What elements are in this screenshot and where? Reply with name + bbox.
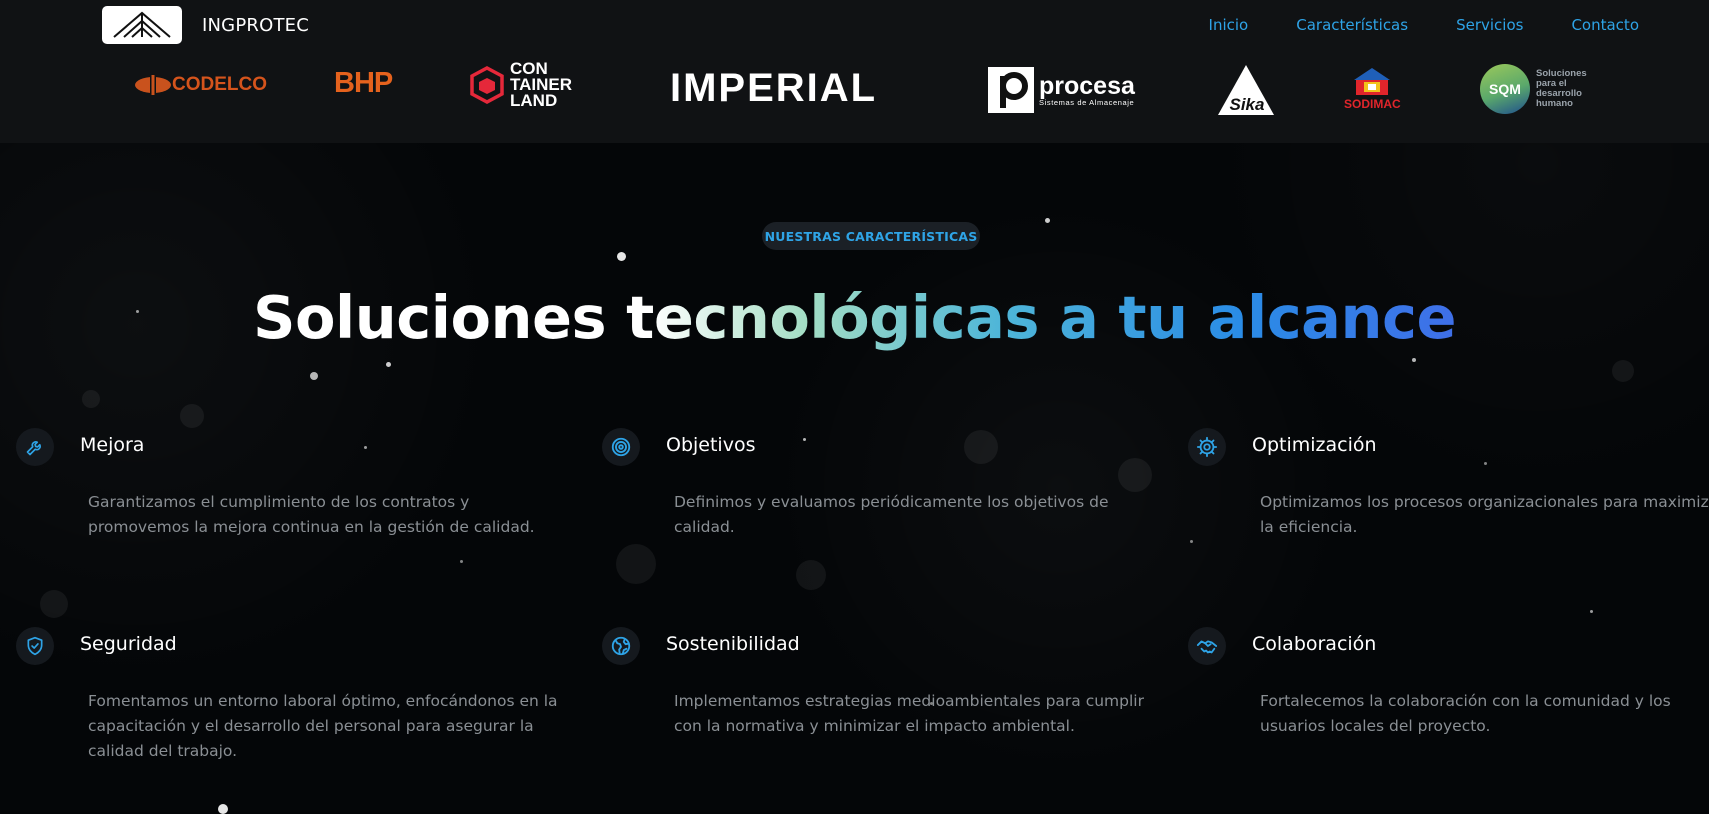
sqm-logo: SQM Soluciones para el desarrollo humano	[1480, 64, 1587, 114]
bhp-wordmark: BHP	[334, 67, 393, 99]
shield-check-icon	[16, 627, 54, 665]
nav-inicio[interactable]: Inicio	[1209, 16, 1249, 34]
codelco-wordmark: CODELCO	[172, 74, 267, 95]
feature-description: Implementamos estrategias medioambiental…	[674, 692, 1144, 735]
feature-title: Seguridad	[80, 633, 177, 655]
procesa-wordmark: procesa Sistemas de Almacenaje	[1039, 71, 1135, 107]
sika-logo: Sika	[1216, 63, 1278, 119]
wrench-icon	[16, 428, 54, 466]
bhp-logo: BHP	[334, 67, 393, 100]
section-badge: NUESTRAS CARACTERÍSTICAS	[762, 222, 980, 250]
sodimac-wordmark: SODIMAC	[1344, 97, 1401, 111]
brand[interactable]: INGPROTEC	[102, 6, 309, 44]
codelco-logo: CODELCO	[134, 72, 267, 98]
procesa-logo: procesa Sistemas de Almacenaje	[988, 67, 1135, 113]
containerland-wordmark: CON TAINER LAND	[510, 59, 573, 110]
target-icon	[602, 428, 640, 466]
gear-icon	[1188, 428, 1226, 466]
containerland-cube-icon	[470, 66, 504, 104]
codelco-emblem-icon	[135, 75, 171, 95]
feature-description: Definimos y evaluamos periódicamente los…	[674, 493, 1109, 536]
feature-description: Fortalecemos la colaboración con la comu…	[1260, 692, 1671, 735]
ingprotec-logo	[102, 6, 182, 44]
nav-contacto[interactable]: Contacto	[1571, 16, 1639, 34]
client-logos: CODELCO BHP CON TAINER LAND IMPERIAL pro…	[0, 58, 1709, 128]
imperial-logo: IMPERIAL	[670, 66, 877, 111]
sqm-tagline: Soluciones para el desarrollo humano	[1536, 68, 1587, 109]
feature-title: Colaboración	[1252, 633, 1377, 655]
feature-title: Optimización	[1252, 434, 1377, 456]
sodimac-logo: SODIMAC	[1344, 66, 1401, 111]
feature-title: Mejora	[80, 434, 145, 456]
nav-caracteristicas[interactable]: Características	[1296, 16, 1408, 34]
nav-servicios[interactable]: Servicios	[1456, 16, 1523, 34]
feature-title: Sostenibilidad	[666, 633, 800, 655]
globe-icon	[602, 627, 640, 665]
feature-title: Objetivos	[666, 434, 756, 456]
feature-description: Optimizamos los procesos organizacionale…	[1260, 493, 1709, 536]
sika-triangle-icon: Sika	[1218, 65, 1274, 115]
feature-description: Fomentamos un entorno laboral óptimo, en…	[88, 692, 558, 760]
imperial-wordmark: IMPERIAL	[670, 66, 878, 110]
handshake-icon	[1188, 627, 1226, 665]
main-nav: Inicio Características Servicios Contact…	[1209, 16, 1639, 34]
feature-description: Garantizamos el cumplimiento de los cont…	[88, 493, 535, 536]
containerland-logo: CON TAINER LAND	[470, 59, 573, 110]
sodimac-house-icon	[1354, 68, 1391, 95]
procesa-p-icon	[988, 67, 1034, 113]
section-headline: Soluciones tecnológicas a tu alcance	[253, 283, 1456, 352]
brand-name: INGPROTEC	[202, 14, 309, 36]
sqm-circle-icon: SQM	[1480, 64, 1530, 114]
site-header: INGPROTEC Inicio Características Servici…	[0, 0, 1709, 143]
svg-text:Sika: Sika	[1230, 95, 1265, 114]
